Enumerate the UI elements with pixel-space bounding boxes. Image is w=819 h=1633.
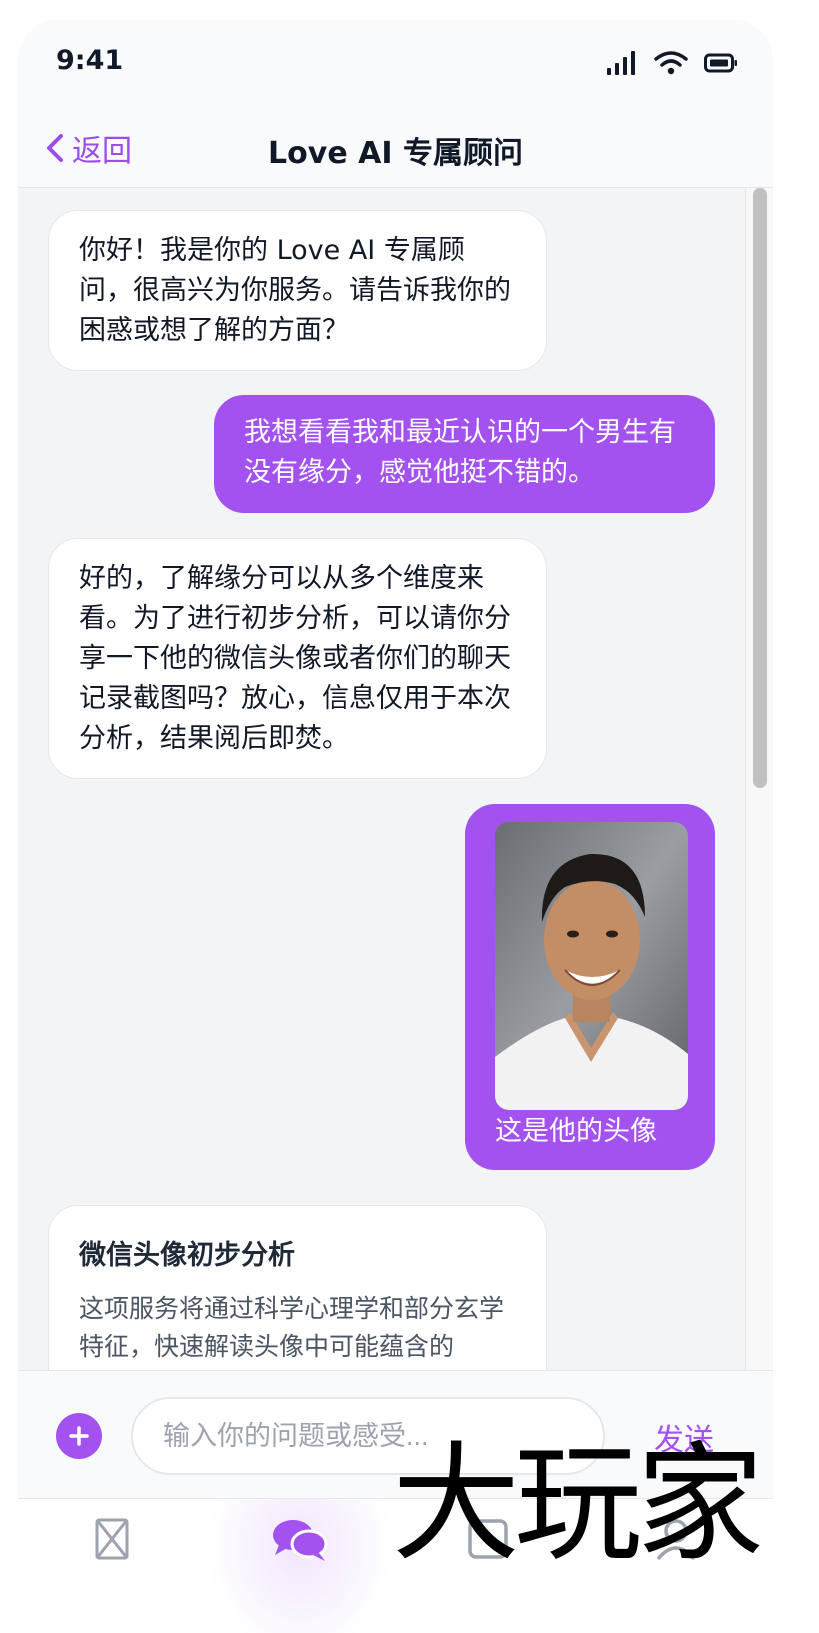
assistant-message: 你好！我是你的 Love AI 专属顾问，很高兴为你服务。请告诉我你的困惑或想了… (48, 210, 547, 371)
avatar-photo[interactable] (495, 822, 688, 1110)
man-portrait-image (495, 822, 688, 1110)
status-time: 9:41 (56, 45, 124, 76)
user-image-message: 这是他的头像 (465, 804, 715, 1170)
tab-chat[interactable] (206, 1499, 394, 1633)
assistant-message: 好的，了解缘分可以从多个维度来看。为了进行初步分析，可以请你分享一下他的微信头像… (48, 538, 547, 779)
image-caption: 这是他的头像 (495, 1116, 657, 1147)
cellular-signal-icon (607, 51, 635, 75)
wifi-icon (654, 51, 688, 75)
watermark-logo: 大玩家 (392, 1430, 766, 1570)
box-x-icon (95, 1518, 129, 1560)
user-message: 我想看看我和最近认识的一个男生有没有缘分，感觉他挺不错的。 (214, 395, 715, 513)
watermark-text: 大玩家 (392, 1430, 760, 1570)
phone-frame: 9:41 返回 Love AI 专属顾问 你好！我是你的 Love AI 专属顾… (18, 20, 773, 1633)
battery-icon (704, 53, 737, 73)
status-bar: 9:41 (18, 20, 773, 110)
scrollbar-thumb[interactable] (753, 188, 767, 788)
nav-bar: 返回 Love AI 专属顾问 (18, 110, 773, 188)
chat-bubbles-icon (273, 1520, 328, 1561)
analysis-card-title: 微信头像初步分析 (79, 1240, 295, 1271)
chat-scroll-area[interactable]: 你好！我是你的 Love AI 专属顾问，很高兴为你服务。请告诉我你的困惑或想了… (18, 188, 773, 1370)
tab-1[interactable] (18, 1499, 206, 1633)
plus-icon (69, 1426, 89, 1446)
scrollbar[interactable] (745, 188, 773, 1370)
status-icons (606, 50, 738, 76)
analysis-card[interactable]: 微信头像初步分析 这项服务将通过科学心理学和部分玄学特征，快速解读头像中可能蕴含… (48, 1205, 547, 1370)
add-attachment-button[interactable] (56, 1413, 102, 1459)
page-title: Love AI 专属顾问 (268, 136, 523, 171)
analysis-card-body: 这项服务将通过科学心理学和部分玄学特征，快速解读头像中可能蕴含的 (79, 1294, 505, 1361)
